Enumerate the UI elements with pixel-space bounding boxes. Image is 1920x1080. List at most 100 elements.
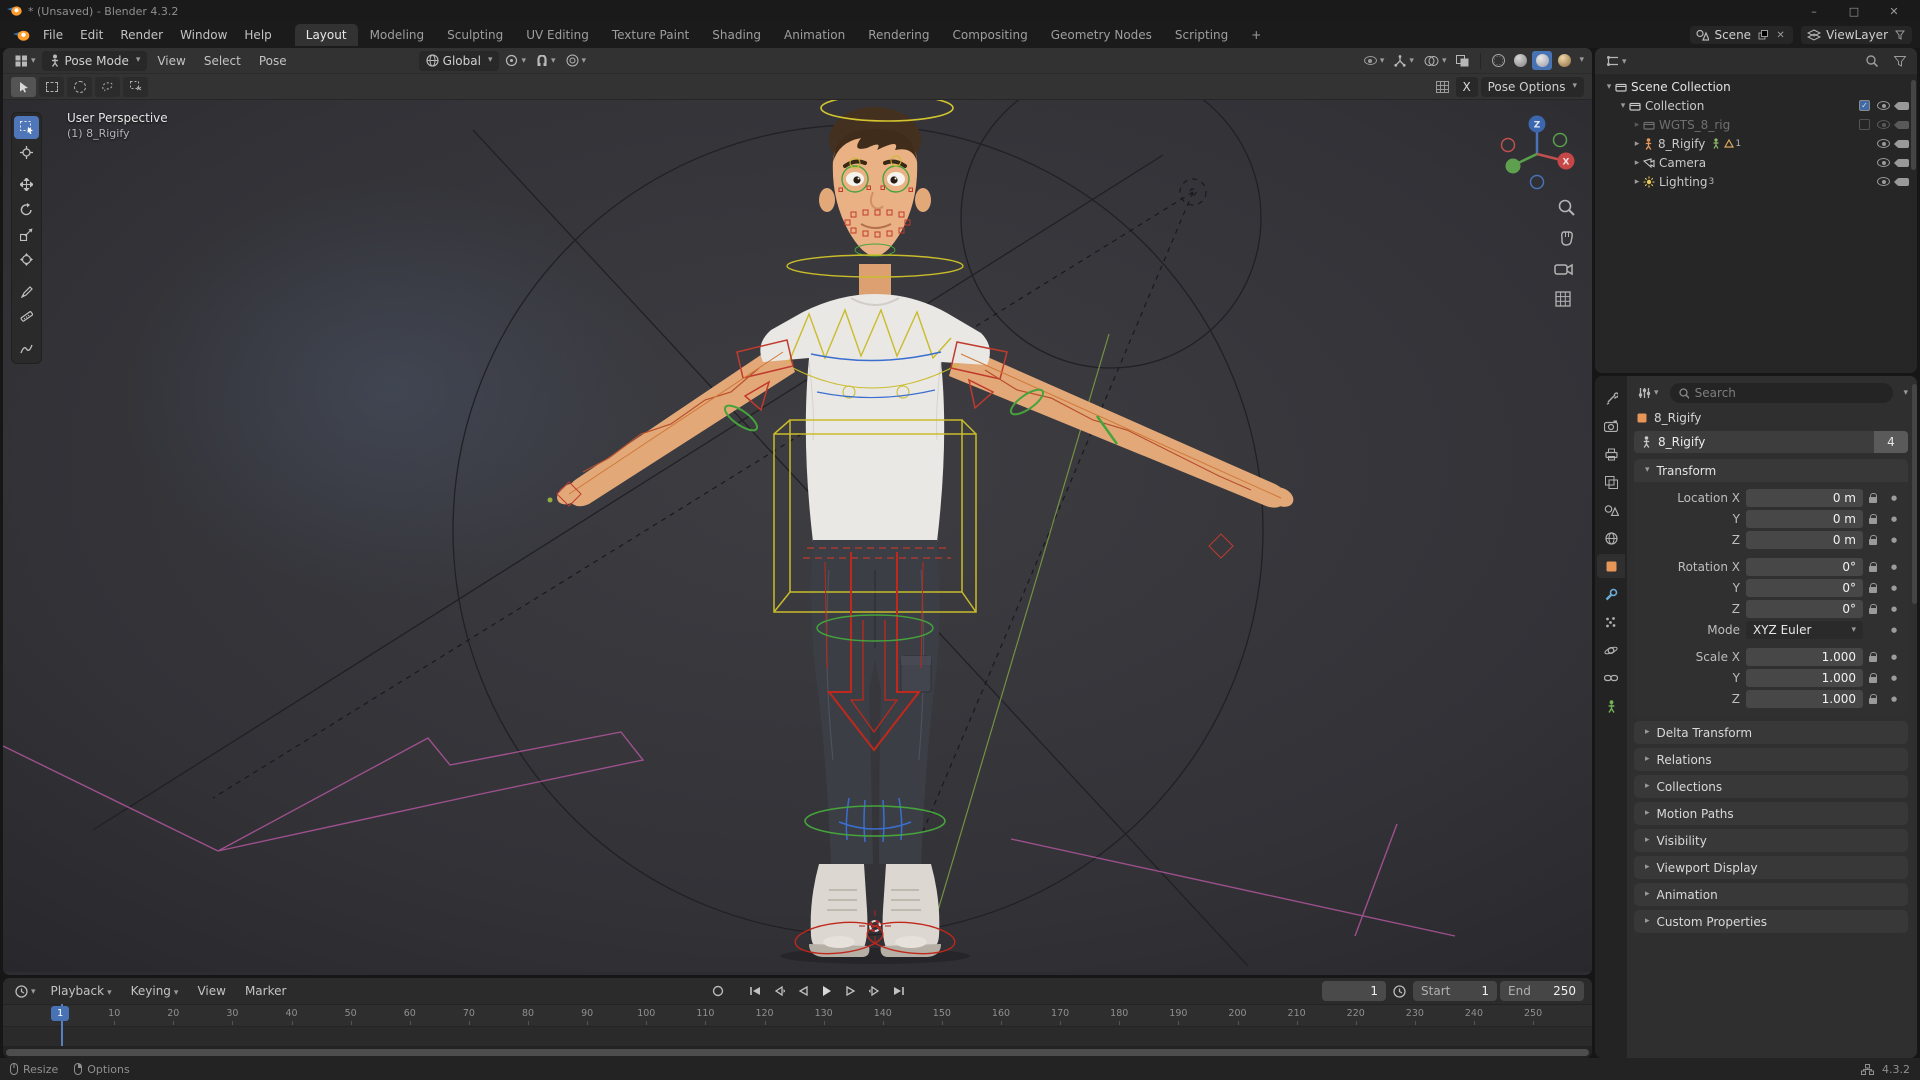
section-viewport-display[interactable]: ▸ Viewport Display xyxy=(1634,856,1908,879)
tab-layout[interactable]: Layout xyxy=(294,24,358,46)
rotation-x-field[interactable]: 0° xyxy=(1746,558,1863,576)
tab-tool[interactable] xyxy=(1597,386,1625,410)
menu-window[interactable]: Window xyxy=(172,25,235,45)
outliner-row-camera[interactable]: ▸ Camera xyxy=(1595,153,1917,172)
lock-icon[interactable] xyxy=(1869,493,1877,503)
tool-box-select[interactable] xyxy=(14,116,39,139)
render-visibility-icon[interactable] xyxy=(1894,139,1909,148)
mode-dropdown[interactable]: Pose Mode ▾ xyxy=(41,50,148,71)
hide-eye-icon[interactable] xyxy=(1877,139,1890,148)
viewport-canvas[interactable]: Z X User Perspective (1) 8_Rigify xyxy=(3,100,1592,975)
viewlayer-filter-icon[interactable] xyxy=(1893,29,1906,42)
tab-world[interactable] xyxy=(1597,526,1625,550)
animate-dot[interactable]: ● xyxy=(1891,494,1902,502)
select-mode-invert[interactable] xyxy=(95,76,120,97)
section-visibility[interactable]: ▸ Visibility xyxy=(1634,829,1908,852)
outliner-row-scene-collection[interactable]: ▾ Scene Collection xyxy=(1595,77,1917,96)
lock-icon[interactable] xyxy=(1869,604,1877,614)
auto-keying-toggle[interactable] xyxy=(707,982,728,1000)
menu-render[interactable]: Render xyxy=(112,25,171,45)
section-collections[interactable]: ▸ Collections xyxy=(1634,775,1908,798)
tool-scale[interactable] xyxy=(14,223,39,246)
tab-texture-paint[interactable]: Texture Paint xyxy=(601,24,700,46)
menu-keying[interactable]: Keying ▾ xyxy=(123,981,187,1001)
prev-keyframe-button[interactable] xyxy=(768,982,789,1000)
menu-marker[interactable]: Marker xyxy=(237,981,294,1001)
visibility-dropdown[interactable]: ▾ xyxy=(1360,53,1389,68)
tab-animation[interactable]: Animation xyxy=(773,24,856,46)
jump-to-start-button[interactable] xyxy=(744,982,765,1000)
properties-scrollbar[interactable] xyxy=(1912,384,1917,604)
disclosure-icon[interactable]: ▸ xyxy=(1631,120,1643,130)
add-workspace-button[interactable]: + xyxy=(1240,24,1272,46)
play-reverse-button[interactable] xyxy=(792,982,813,1000)
transform-pivot-only-icon[interactable] xyxy=(1432,78,1453,96)
hide-eye-icon[interactable] xyxy=(1877,177,1890,186)
overlays-dropdown[interactable]: ▾ xyxy=(1420,52,1451,70)
tool-cursor[interactable] xyxy=(14,141,39,164)
menu-select[interactable]: Select xyxy=(196,51,249,71)
render-visibility-icon[interactable] xyxy=(1894,158,1909,167)
shading-rendered-button[interactable] xyxy=(1554,51,1574,70)
animate-dot[interactable]: ● xyxy=(1891,653,1902,661)
menu-view[interactable]: View xyxy=(149,51,193,71)
menu-help[interactable]: Help xyxy=(236,25,279,45)
location-y-field[interactable]: 0 m xyxy=(1746,510,1863,528)
pose-options-dropdown[interactable]: Pose Options ▾ xyxy=(1480,76,1584,97)
rotation-y-field[interactable]: 0° xyxy=(1746,579,1863,597)
outliner-search-icon[interactable] xyxy=(1862,52,1882,70)
proportional-editing-dropdown[interactable]: ▾ xyxy=(562,51,591,70)
section-animation[interactable]: ▸ Animation xyxy=(1634,883,1908,906)
section-custom-properties[interactable]: ▸ Custom Properties xyxy=(1634,910,1908,933)
shading-wireframe-button[interactable] xyxy=(1488,51,1508,70)
menu-pose[interactable]: Pose xyxy=(251,51,295,71)
render-visibility-icon[interactable] xyxy=(1894,101,1909,110)
disclosure-icon[interactable]: ▾ xyxy=(1617,101,1629,111)
collection-checkbox[interactable]: ✓ xyxy=(1859,100,1870,111)
properties-search[interactable] xyxy=(1669,383,1894,403)
outliner-row-collection[interactable]: ▾ Collection ✓ xyxy=(1595,96,1917,115)
hide-eye-icon[interactable] xyxy=(1877,101,1890,110)
properties-editor-type-button[interactable]: ▾ xyxy=(1634,384,1663,402)
gizmos-dropdown[interactable]: ▾ xyxy=(1390,52,1418,70)
snap-toggle[interactable]: ▾ xyxy=(532,52,560,70)
animate-dot[interactable]: ● xyxy=(1891,584,1902,592)
rotation-z-field[interactable]: 0° xyxy=(1746,600,1863,618)
timeline-ruler[interactable]: 10 20 30 40 50 60 70 80 90 100 110 120 130 140 150 160 1… xyxy=(3,1004,1592,1026)
render-visibility-icon[interactable] xyxy=(1894,177,1909,186)
menu-edit[interactable]: Edit xyxy=(72,25,111,45)
object-name-field[interactable]: 8_Rigify 4 xyxy=(1634,431,1908,453)
lock-icon[interactable] xyxy=(1869,562,1877,572)
timeline-body[interactable]: 10 20 30 40 50 60 70 80 90 100 110 120 130 140 150 160 1… xyxy=(3,1004,1592,1058)
tool-transform[interactable] xyxy=(14,248,39,271)
next-keyframe-button[interactable] xyxy=(864,982,885,1000)
location-z-field[interactable]: 0 m xyxy=(1746,531,1863,549)
section-relations[interactable]: ▸ Relations xyxy=(1634,748,1908,771)
location-x-field[interactable]: 0 m xyxy=(1746,489,1863,507)
tab-shading[interactable]: Shading xyxy=(701,24,772,46)
tool-rotate[interactable] xyxy=(14,198,39,221)
tab-modeling[interactable]: Modeling xyxy=(359,24,436,46)
hide-eye-icon[interactable] xyxy=(1877,158,1890,167)
unlink-scene-icon[interactable]: ✕ xyxy=(1774,29,1787,42)
gizmo-y-axis[interactable] xyxy=(1505,158,1521,174)
shading-solid-button[interactable] xyxy=(1510,51,1530,70)
tool-move[interactable] xyxy=(14,173,39,196)
pivot-dropdown[interactable]: ▾ xyxy=(501,51,530,70)
tab-object[interactable] xyxy=(1597,554,1625,578)
viewlayer-selector[interactable]: ViewLayer xyxy=(1801,26,1912,44)
lock-icon[interactable] xyxy=(1869,514,1877,524)
maximize-button[interactable]: □ xyxy=(1834,0,1874,22)
lock-icon[interactable] xyxy=(1869,694,1877,704)
editor-type-button[interactable]: ▾ xyxy=(11,52,40,70)
hide-eye-icon[interactable] xyxy=(1877,120,1890,129)
next-frame-button[interactable] xyxy=(840,982,861,1000)
disclosure-icon[interactable]: ▸ xyxy=(1631,139,1643,149)
tab-sculpting[interactable]: Sculpting xyxy=(436,24,514,46)
menu-file[interactable]: File xyxy=(35,25,71,45)
play-button[interactable] xyxy=(816,982,837,1000)
timeline-scrollbar[interactable] xyxy=(6,1048,1589,1056)
tab-scene[interactable] xyxy=(1597,498,1625,522)
scene-selector[interactable]: Scene ✕ xyxy=(1690,26,1794,44)
animate-dot[interactable]: ● xyxy=(1891,695,1902,703)
